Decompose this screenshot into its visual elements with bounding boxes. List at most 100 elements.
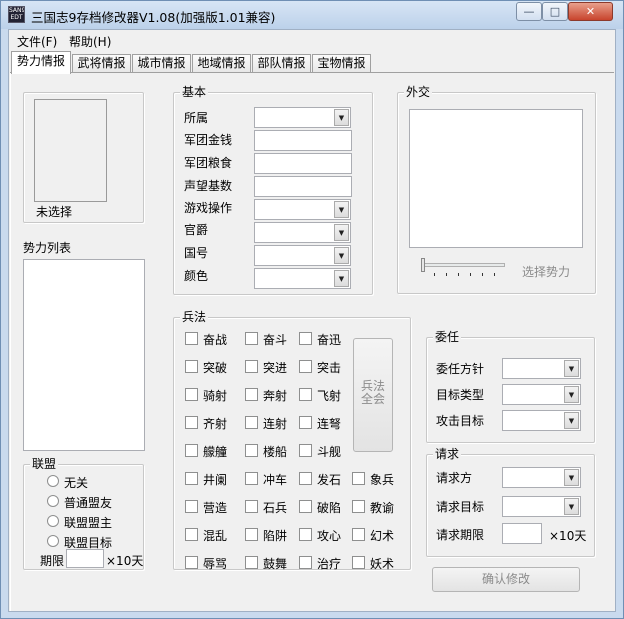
tactic-label: 连弩 — [317, 417, 342, 431]
tactic-checkbox[interactable] — [185, 444, 198, 457]
tactic-checkbox[interactable] — [299, 528, 312, 541]
tactic-label: 幻术 — [370, 529, 395, 543]
tactic-checkbox[interactable] — [245, 528, 258, 541]
alliance-radio-target[interactable] — [47, 535, 59, 547]
tactic-label: 陷阱 — [263, 529, 288, 543]
country-select[interactable]: ▼ — [254, 245, 351, 266]
slider-thumb[interactable] — [421, 258, 425, 272]
tactic-checkbox[interactable] — [299, 444, 312, 457]
delegate-group: 委任 委任方针 ▼ 目标类型 ▼ 攻击目标 ▼ — [426, 330, 595, 443]
chevron-down-icon: ▼ — [564, 412, 579, 429]
menu-file[interactable]: 文件(F) — [17, 33, 57, 50]
affiliation-select[interactable]: ▼ — [254, 107, 351, 128]
force-list-label: 势力列表 — [23, 241, 72, 255]
tactic-checkbox[interactable] — [299, 500, 312, 513]
tactic-checkbox[interactable] — [185, 500, 198, 513]
force-list[interactable] — [23, 259, 145, 451]
tactic-checkbox[interactable] — [299, 360, 312, 373]
tactic-label: 鼓舞 — [263, 557, 288, 571]
tactic-label: 象兵 — [370, 473, 395, 487]
prestige-input[interactable] — [254, 176, 352, 197]
field-label-money: 军团金钱 — [184, 133, 233, 147]
tab-region-info[interactable]: 地域情报 — [192, 54, 251, 73]
tactic-checkbox[interactable] — [299, 472, 312, 485]
alliance-radio-ally[interactable] — [47, 495, 59, 507]
alliance-group: 联盟 无关 普通盟友 联盟盟主 联盟目标 期限 ×10天 — [23, 457, 144, 570]
field-label-color: 颜色 — [184, 269, 209, 283]
tactic-checkbox[interactable] — [245, 444, 258, 457]
tactic-checkbox[interactable] — [352, 556, 365, 569]
alliance-radio-none[interactable] — [47, 475, 59, 487]
menu-bar: 文件(F) 帮助(H) — [9, 30, 615, 50]
alliance-term-unit: ×10天 — [106, 554, 144, 568]
chevron-down-icon: ▼ — [564, 498, 579, 515]
delegate-attack-target-select[interactable]: ▼ — [502, 410, 581, 431]
tactic-checkbox[interactable] — [299, 556, 312, 569]
color-select[interactable]: ▼ — [254, 268, 351, 289]
tactic-label: 奋斗 — [263, 333, 288, 347]
delegate-label-attack-target: 攻击目标 — [436, 414, 485, 428]
requester-select[interactable]: ▼ — [502, 467, 581, 488]
tactic-checkbox[interactable] — [185, 416, 198, 429]
portrait-caption: 未选择 — [36, 205, 73, 219]
tactic-checkbox[interactable] — [185, 332, 198, 345]
alliance-radio-leader[interactable] — [47, 515, 59, 527]
food-input[interactable] — [254, 153, 352, 174]
tactic-checkbox[interactable] — [299, 416, 312, 429]
tactic-label: 突破 — [203, 361, 228, 375]
tab-general-info[interactable]: 武将情报 — [72, 54, 131, 73]
tactic-label: 艨艟 — [203, 445, 228, 459]
tactic-checkbox[interactable] — [352, 528, 365, 541]
control-select[interactable]: ▼ — [254, 199, 351, 220]
basic-group: 基本 所属 ▼ 军团金钱 军团粮食 声望基数 游戏操作 ▼ 官爵 ▼ 国号 ▼ … — [173, 85, 373, 295]
tactic-checkbox[interactable] — [299, 388, 312, 401]
tactic-checkbox[interactable] — [185, 472, 198, 485]
request-term-input[interactable] — [502, 523, 542, 544]
tab-city-info[interactable]: 城市情报 — [132, 54, 191, 73]
tactic-checkbox[interactable] — [245, 416, 258, 429]
menu-help[interactable]: 帮助(H) — [69, 33, 111, 50]
portrait-group: 未选择 — [23, 92, 144, 223]
tactic-checkbox[interactable] — [245, 472, 258, 485]
delegate-policy-select[interactable]: ▼ — [502, 358, 581, 379]
close-button[interactable]: ✕ — [568, 2, 613, 21]
tactics-group: 兵法 奋战 奋斗 奋迅 突破 突进 突击 骑射 奔射 飞射 齐射 连射 连弩 艨… — [173, 310, 411, 571]
rank-select[interactable]: ▼ — [254, 222, 351, 243]
minimize-button[interactable]: — — [516, 2, 542, 21]
learn-all-tactics-button[interactable]: 兵法 全会 — [353, 338, 393, 452]
alliance-label-ally: 普通盟友 — [64, 496, 113, 510]
force-info-panel: 未选择 势力列表 联盟 无关 普通盟友 联盟盟主 联盟目标 期限 ×10天 基本… — [10, 73, 614, 611]
tactic-checkbox[interactable] — [352, 472, 365, 485]
tactic-checkbox[interactable] — [185, 360, 198, 373]
tactic-checkbox[interactable] — [299, 332, 312, 345]
alliance-term-input[interactable] — [66, 549, 104, 568]
money-input[interactable] — [254, 130, 352, 151]
tab-treasure-info[interactable]: 宝物情报 — [312, 54, 371, 73]
diplomacy-title: 外交 — [404, 85, 433, 99]
tab-unit-info[interactable]: 部队情报 — [252, 54, 311, 73]
request-target-select[interactable]: ▼ — [502, 496, 581, 517]
alliance-label-none: 无关 — [64, 476, 89, 490]
diplomacy-group: 外交 选择势力 — [397, 85, 596, 294]
tactic-checkbox[interactable] — [245, 388, 258, 401]
chevron-down-icon: ▼ — [564, 386, 579, 403]
tactic-checkbox[interactable] — [245, 556, 258, 569]
delegate-target-type-select[interactable]: ▼ — [502, 384, 581, 405]
tactic-checkbox[interactable] — [245, 332, 258, 345]
confirm-modify-button[interactable]: 确认修改 — [432, 567, 580, 592]
tactic-checkbox[interactable] — [185, 528, 198, 541]
tactic-checkbox[interactable] — [245, 360, 258, 373]
request-label-target: 请求目标 — [436, 500, 485, 514]
diplomacy-list[interactable] — [409, 109, 583, 248]
tactic-checkbox[interactable] — [185, 388, 198, 401]
field-label-affiliation: 所属 — [184, 111, 209, 125]
diplomacy-slider[interactable] — [421, 263, 505, 267]
delegate-label-target-type: 目标类型 — [436, 388, 485, 402]
tactic-checkbox[interactable] — [352, 500, 365, 513]
maximize-button[interactable]: □ — [542, 2, 568, 21]
tactic-checkbox[interactable] — [245, 500, 258, 513]
chevron-down-icon: ▼ — [334, 270, 349, 287]
tab-force-info[interactable]: 势力情报 — [11, 51, 71, 74]
request-label-requester: 请求方 — [436, 471, 473, 485]
tactic-checkbox[interactable] — [185, 556, 198, 569]
